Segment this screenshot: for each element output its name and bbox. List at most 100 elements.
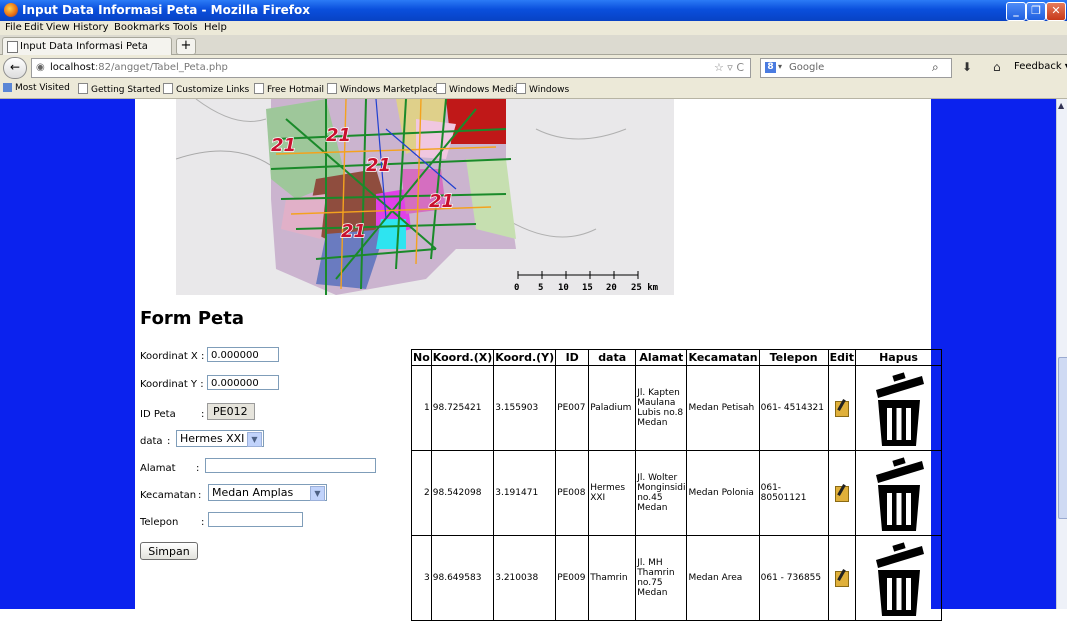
- navigation-bar: ← ◉ localhost:82/angget/Tabel_Peta.php ☆…: [0, 55, 1067, 80]
- download-icon[interactable]: ⬇: [962, 60, 972, 74]
- url-bar[interactable]: ◉ localhost:82/angget/Tabel_Peta.php ☆ ▿…: [31, 58, 751, 78]
- bookmark-windows-marketplace[interactable]: Windows Marketplace: [327, 83, 438, 95]
- bookmark-getting-started[interactable]: Getting Started: [78, 83, 161, 95]
- form-title: Form Peta: [140, 308, 244, 329]
- col-hapus: Hapus: [855, 349, 943, 366]
- table-header-row: No Koord.(X) Koord.(Y) ID data Alamat Ke…: [411, 349, 943, 366]
- chevron-down-icon[interactable]: ▼: [310, 486, 325, 501]
- bookmark-windows[interactable]: Windows: [516, 83, 569, 95]
- menu-help[interactable]: Help: [204, 22, 227, 33]
- delete-button[interactable]: [855, 365, 943, 451]
- scale-label: 5: [538, 283, 543, 293]
- cell-kecamatan: Medan Petisah: [686, 365, 760, 451]
- edit-button[interactable]: [827, 450, 857, 536]
- search-magnifier-icon[interactable]: ⌕: [932, 60, 939, 75]
- col-data: data: [588, 349, 637, 366]
- cell-id: PE008: [555, 450, 590, 536]
- scrollbar-thumb[interactable]: [1058, 357, 1067, 519]
- kecamatan-select[interactable]: Medan Amplas ▼: [208, 484, 327, 501]
- map-badge: 21: [326, 125, 351, 146]
- telepon-colon: :: [201, 517, 205, 528]
- bookmark-label: Windows: [529, 85, 570, 95]
- alamat-input[interactable]: [205, 458, 376, 473]
- col-edit: Edit: [827, 349, 857, 366]
- cell-alamat: Jl. Wolter Monginsidi no.45 Medan: [635, 450, 688, 536]
- cell-no: 3: [411, 535, 432, 621]
- window-title: Input Data Informasi Peta - Mozilla Fire…: [22, 3, 311, 17]
- page-icon: [327, 83, 337, 94]
- edit-icon[interactable]: [834, 398, 850, 417]
- search-box[interactable]: 8 ▾ Google: [760, 58, 952, 78]
- trash-icon: [875, 542, 924, 616]
- url-bar-icons[interactable]: ☆ ▿ C: [714, 61, 744, 74]
- menu-file[interactable]: File: [5, 22, 22, 33]
- feedback-button[interactable]: Feedback ▾: [1014, 61, 1067, 72]
- firefox-icon: [4, 3, 18, 17]
- close-button[interactable]: ✕: [1046, 2, 1066, 21]
- col-koord-y: Koord.(Y): [493, 349, 557, 366]
- bookmark-customize-links[interactable]: Customize Links: [163, 83, 249, 95]
- url-path: :82/angget/Tabel_Peta.php: [94, 62, 228, 73]
- menu-history[interactable]: History: [73, 22, 109, 33]
- data-select[interactable]: Hermes XXI ▼: [176, 430, 264, 447]
- page-icon: [163, 83, 173, 94]
- simpan-button[interactable]: Simpan: [140, 542, 198, 560]
- maximize-button[interactable]: ❐: [1026, 2, 1046, 21]
- vertical-scrollbar[interactable]: ▲: [1056, 99, 1067, 609]
- cell-koord-y: 3.210038: [493, 535, 557, 621]
- search-placeholder: Google: [789, 62, 825, 73]
- bookmark-label: Getting Started: [91, 85, 161, 95]
- window-titlebar: Input Data Informasi Peta - Mozilla Fire…: [0, 0, 1067, 21]
- telepon-input[interactable]: [208, 512, 303, 527]
- delete-button[interactable]: [855, 450, 943, 536]
- tab-label: Input Data Informasi Peta: [20, 41, 148, 52]
- scroll-up-icon[interactable]: ▲: [1058, 101, 1064, 110]
- cell-koord-x: 98.542098: [430, 450, 495, 536]
- new-tab-button[interactable]: +: [176, 38, 196, 55]
- map-badge: 21: [366, 155, 391, 176]
- col-koord-x: Koord.(X): [430, 349, 495, 366]
- data-table: No Koord.(X) Koord.(Y) ID data Alamat Ke…: [411, 349, 943, 621]
- bookmark-label: Most Visited: [15, 83, 70, 93]
- cell-data: Thamrin: [588, 535, 637, 621]
- koordinat-y-input[interactable]: 0.000000: [207, 375, 279, 390]
- chevron-down-icon[interactable]: ▼: [247, 432, 262, 447]
- menu-bookmarks[interactable]: Bookmarks: [114, 22, 170, 33]
- back-button[interactable]: ←: [3, 57, 27, 79]
- menu-view[interactable]: View: [46, 22, 70, 33]
- cell-telepon: 061- 4514321: [758, 365, 829, 451]
- edit-icon[interactable]: [834, 483, 850, 502]
- table-row: 2 98.542098 3.191471 PE008 Hermes XXI Jl. Wol…: [411, 450, 943, 536]
- edit-button[interactable]: [827, 535, 857, 621]
- data-label: data: [140, 436, 163, 447]
- edit-button[interactable]: [827, 365, 857, 451]
- page-icon: [254, 83, 264, 94]
- data-select-value: Hermes XXI: [180, 432, 245, 445]
- cell-telepon: 061-80501121: [758, 450, 829, 536]
- bookmark-free-hotmail[interactable]: Free Hotmail: [254, 83, 324, 95]
- kecamatan-colon: :: [198, 490, 202, 501]
- tab-active[interactable]: Input Data Informasi Peta: [2, 37, 172, 55]
- edit-icon[interactable]: [834, 568, 850, 587]
- bookmark-most-visited[interactable]: Most Visited: [3, 83, 70, 93]
- search-engine-icon[interactable]: 8: [765, 62, 776, 73]
- id-peta-field[interactable]: PE012: [207, 403, 255, 420]
- minimize-button[interactable]: _: [1006, 2, 1026, 21]
- url-text[interactable]: localhost:82/angget/Tabel_Peta.php: [50, 62, 228, 73]
- alamat-colon: :: [196, 463, 200, 474]
- trash-icon: [875, 372, 924, 446]
- koordinat-x-input[interactable]: 0.000000: [207, 347, 279, 362]
- map-badge: 21: [341, 221, 366, 242]
- menu-edit[interactable]: Edit: [24, 22, 43, 33]
- bookmarks-toolbar: Most Visited Getting Started Customize L…: [0, 80, 1067, 99]
- most-visited-icon: [3, 83, 12, 92]
- menu-tools[interactable]: Tools: [173, 22, 198, 33]
- cell-id: PE009: [555, 535, 590, 621]
- map-graphic: 21 21 21 21 21 0 5 10 15 20 25 km: [176, 99, 674, 295]
- bookmark-windows-media[interactable]: Windows Media: [436, 83, 519, 95]
- trash-icon: [875, 457, 924, 531]
- table-row: 1 98.725421 3.155903 PE007 Paladium Jl. Kapte…: [411, 365, 943, 451]
- y-label: Koordinat Y :: [140, 379, 204, 390]
- home-icon[interactable]: ⌂: [993, 60, 1001, 74]
- delete-button[interactable]: [855, 535, 943, 621]
